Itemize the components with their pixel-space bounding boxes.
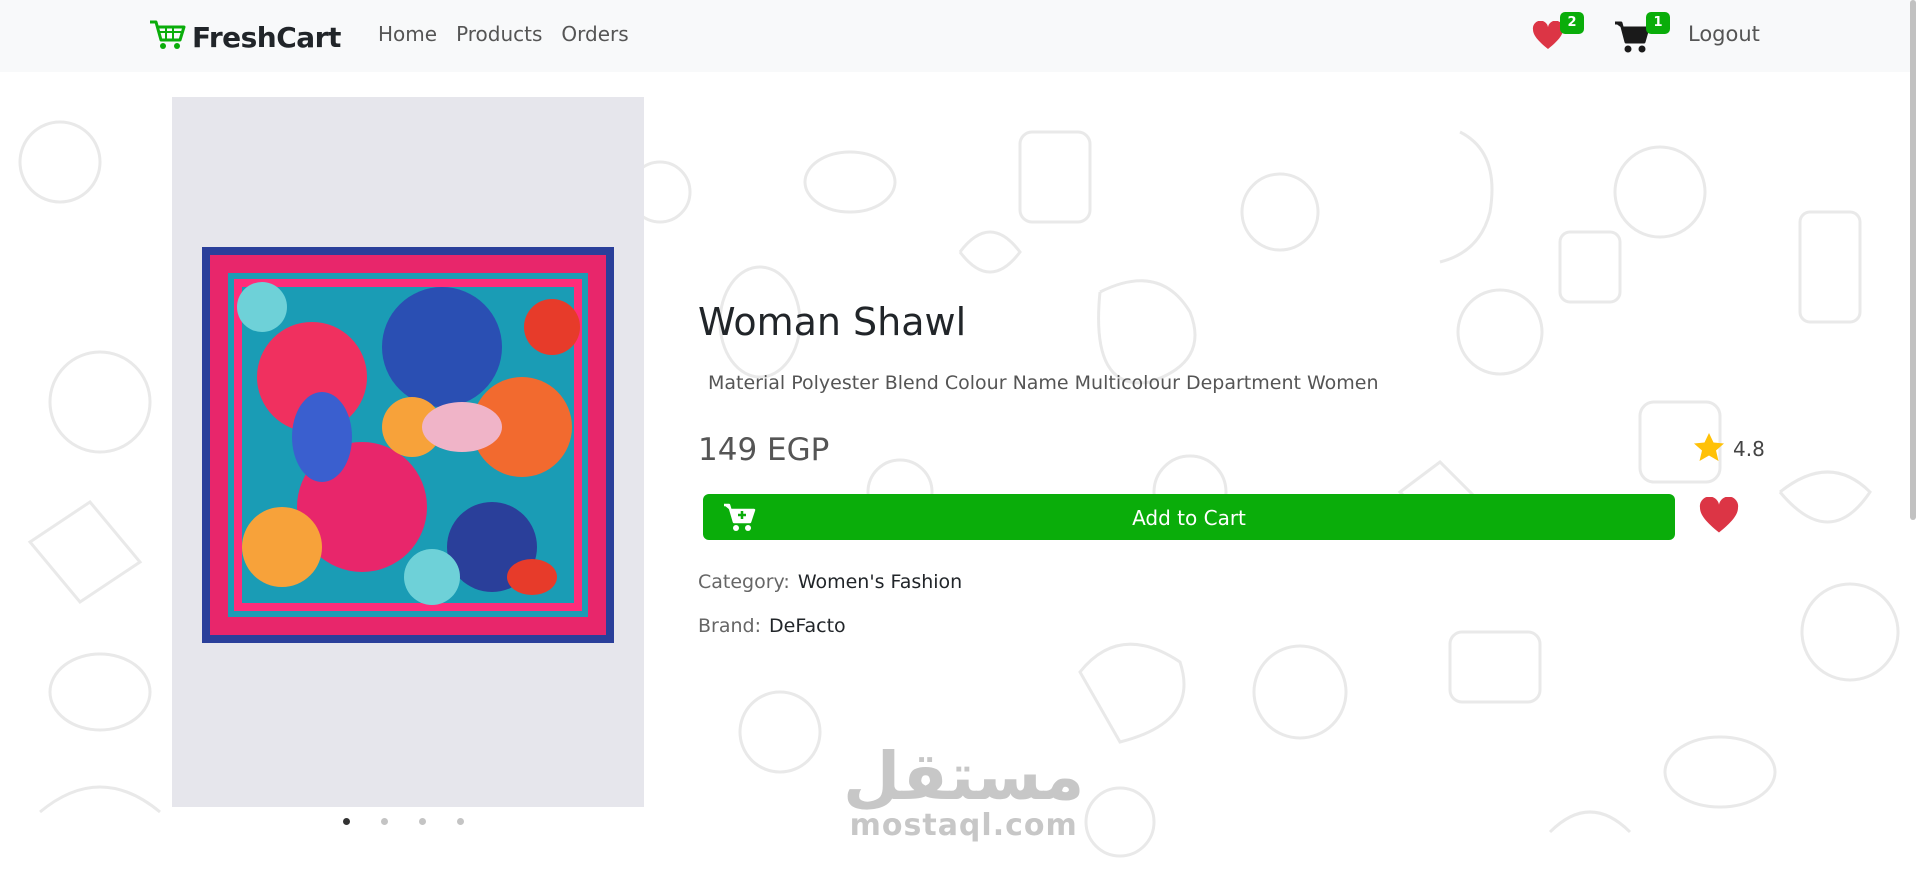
page-scrollbar[interactable] (1910, 0, 1916, 520)
brand-value: DeFacto (769, 615, 846, 637)
logout-link[interactable]: Logout (1688, 22, 1760, 46)
star-icon (1693, 432, 1725, 466)
watermark-arabic: مستقل (843, 738, 1085, 815)
wishlist-heart-button[interactable] (1698, 496, 1740, 539)
add-to-cart-label: Add to Cart (1132, 506, 1246, 530)
cart-count-badge: 1 (1646, 12, 1670, 34)
carousel-dot-3[interactable] (419, 818, 426, 825)
watermark-latin: mostaql.com (849, 808, 1078, 843)
product-price: 149 EGP (698, 432, 830, 468)
navbar: FreshCart Home Products Orders 2 1 Logou… (0, 0, 1916, 72)
category-label: Category: (698, 571, 790, 593)
product-title: Woman Shawl (698, 300, 967, 344)
add-to-cart-button[interactable]: Add to Cart (703, 494, 1675, 540)
brand-name: FreshCart (192, 20, 341, 54)
nav-links: Home Products Orders (378, 22, 629, 46)
carousel-dot-2[interactable] (381, 818, 388, 825)
nav-link-orders[interactable]: Orders (561, 22, 628, 46)
carousel-dot-1[interactable] (343, 818, 350, 825)
watermark: مستقل mostaql.com (843, 738, 1085, 844)
image-carousel-dots (343, 818, 464, 825)
wishlist-count-badge: 2 (1560, 12, 1584, 34)
product-image (172, 97, 644, 807)
product-description: Material Polyester Blend Colour Name Mul… (708, 372, 1379, 394)
product-category: Category: Women's Fashion (698, 571, 962, 593)
cart-icon (1614, 20, 1650, 58)
rating-value: 4.8 (1733, 437, 1765, 461)
category-value: Women's Fashion (797, 571, 963, 593)
brand-label: Brand: (698, 615, 761, 637)
nav-link-products[interactable]: Products (456, 22, 542, 46)
product-rating: 4.8 (1693, 432, 1765, 466)
brand-logo[interactable]: FreshCart (148, 18, 341, 56)
carousel-dot-4[interactable] (457, 818, 464, 825)
product-brand: Brand: DeFacto (698, 615, 846, 637)
cart-logo-icon (148, 18, 186, 56)
nav-link-home[interactable]: Home (378, 22, 437, 46)
